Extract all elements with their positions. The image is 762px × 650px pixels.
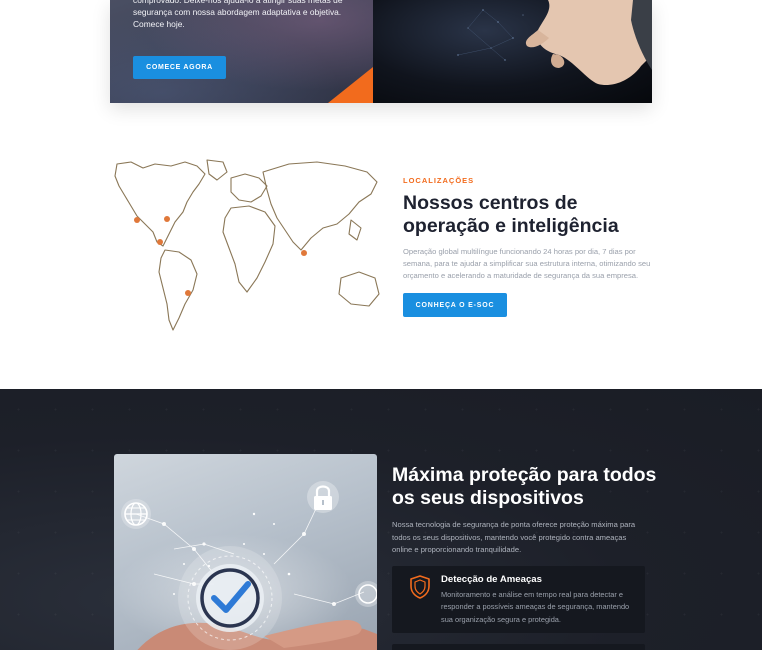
feature-description: Monitoramento e análise em tempo real pa… [441, 590, 630, 624]
feature-card [392, 644, 645, 650]
feature-card: Detecção de Ameaças Monitoramento e anál… [392, 566, 645, 633]
location-marker [157, 239, 163, 245]
lock-icon [307, 481, 339, 513]
hero-accent-triangle [328, 67, 373, 103]
hand-touch-graphic [457, 0, 652, 86]
protection-title: Máxima proteção para todos os seus dispo… [392, 464, 657, 509]
world-map [113, 158, 381, 334]
protection-section: Máxima proteção para todos os seus dispo… [0, 389, 762, 650]
hero-card: comprovado. Deixe-nos ajudá-lo a atingir… [110, 0, 652, 103]
globe-icon [121, 499, 151, 529]
location-marker [301, 250, 307, 256]
location-marker [185, 290, 191, 296]
location-markers [134, 216, 307, 296]
conheca-esoc-button[interactable]: CONHEÇA O E-SOC [403, 293, 507, 317]
shield-icon [409, 574, 431, 605]
security-graphic [114, 481, 377, 650]
hero-image [373, 0, 652, 103]
feature-title: Detecção de Ameaças [441, 574, 542, 585]
protection-image [114, 454, 377, 650]
checkmark-badge-icon [178, 546, 282, 650]
hero-text: comprovado. Deixe-nos ajudá-lo a atingir… [133, 0, 343, 29]
section-title: Nossos centros de operação e inteligênci… [403, 192, 619, 237]
hero-text-panel: comprovado. Deixe-nos ajudá-lo a atingir… [110, 0, 373, 103]
section-description: Operação global multilíngue funcionando … [403, 247, 651, 280]
location-marker [164, 216, 170, 222]
comece-agora-button[interactable]: COMECE AGORA [133, 56, 226, 79]
protection-description: Nossa tecnologia de segurança de ponta o… [392, 520, 636, 554]
section-eyebrow: LOCALIZAÇÕES [403, 176, 475, 185]
location-marker [134, 217, 140, 223]
world-map-graphic [114, 159, 380, 331]
timer-icon [355, 581, 377, 607]
